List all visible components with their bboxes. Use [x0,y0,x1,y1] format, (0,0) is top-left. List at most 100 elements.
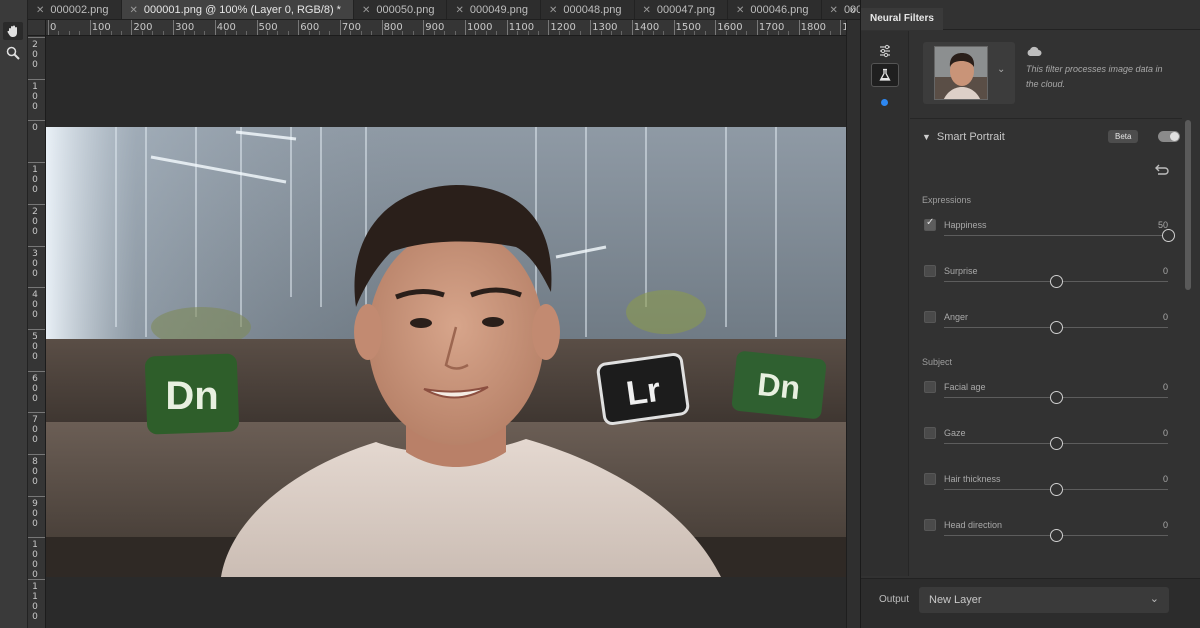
ruler-label: 1500 [675,22,701,33]
ruler-tick [256,20,258,35]
ruler-label: 200 [32,40,38,70]
ruler-tick [673,20,675,35]
anger-checkbox[interactable] [924,311,936,323]
slider-row-head-direction: Head direction 0 [922,519,1172,559]
ruler-tick [28,495,45,497]
ruler-label: 0 [32,123,38,134]
close-tab-icon[interactable]: ✕ [362,5,370,16]
panel-scrollbar[interactable] [1185,120,1191,290]
ruler-minor-tick [204,31,206,35]
reset-icon[interactable] [1154,163,1170,181]
ruler-tick [28,537,45,539]
ruler-label: 100 [32,81,38,112]
head-direction-slider[interactable] [944,529,1168,542]
close-tab-icon[interactable]: ✕ [549,5,557,16]
ruler-label: 1600 [717,22,743,33]
ruler-label: 600 [32,373,38,404]
gaze-checkbox[interactable] [924,427,936,439]
ruler-tick [298,20,300,35]
zoom-tool-icon[interactable] [3,44,23,62]
ruler-minor-tick [454,31,456,35]
filter-toggle[interactable] [1158,131,1180,142]
horizontal-ruler[interactable]: 0 100 200 300 400 500 600 700 800 900 1000 1100 1200… [46,20,846,36]
close-tab-icon[interactable]: ✕ [736,5,744,16]
hand-tool-icon[interactable] [3,22,23,40]
slider-knob[interactable] [1050,437,1063,450]
more-tabs-icon[interactable]: » [850,0,856,19]
ruler-label: 1100 [32,582,38,623]
ruler-tick [28,287,45,289]
tab-000049[interactable]: ✕ 000049.png [447,0,541,19]
ruler-label: 200 [133,22,153,33]
ruler-tick [423,20,425,35]
smart-portrait-header[interactable]: ▼ Smart Portrait [922,131,1005,143]
facial-age-checkbox[interactable] [924,381,936,393]
ruler-minor-tick [788,31,790,35]
panel-title[interactable]: Neural Filters [861,8,943,30]
panel-header: Neural Filters [861,8,1200,30]
surprise-slider[interactable] [944,275,1168,288]
close-tab-icon[interactable]: ✕ [830,5,838,16]
ruler-minor-tick [68,31,70,35]
tab-000047[interactable]: ✕ 000047.png [635,0,729,19]
slider-knob[interactable] [1050,275,1063,288]
tab-000001[interactable]: ✕ 000001.png @ 100% (Layer 0, RGB/8) * [121,0,354,19]
ruler-corner[interactable] [28,20,46,36]
ruler-tick [89,20,91,35]
ruler-minor-tick [829,31,831,35]
chevron-down-icon: ⌄ [1149,593,1159,605]
vertical-ruler[interactable]: 2001000100200300400500600700800900100011… [28,36,46,628]
surprise-checkbox[interactable] [924,265,936,277]
close-tab-icon[interactable]: ✕ [130,5,138,16]
gaze-slider[interactable] [944,437,1168,450]
ruler-tick [798,20,800,35]
tab-000048[interactable]: ✕ 000048.png [541,0,635,19]
chevron-down-icon[interactable]: ▼ [922,132,931,142]
status-dot-icon [881,99,888,106]
close-tab-icon[interactable]: ✕ [36,5,44,16]
output-select[interactable]: New Layer ⌄ [919,587,1169,613]
pillow-dn-right: Dn [731,351,827,419]
happiness-slider[interactable] [944,229,1175,242]
hair-thickness-slider[interactable] [944,483,1168,496]
tab-000046[interactable]: ✕ 000046.png [728,0,822,19]
happiness-checkbox[interactable] [924,217,936,231]
beta-badge: Beta [1108,130,1139,143]
ruler-minor-tick [58,31,60,35]
head-direction-checkbox[interactable] [924,519,936,531]
slider-knob[interactable] [1162,229,1175,242]
anger-slider[interactable] [944,321,1168,334]
facial-age-slider[interactable] [944,391,1168,404]
svg-text:Dn: Dn [165,374,218,418]
ruler-tick [28,162,45,164]
close-tab-icon[interactable]: ✕ [643,5,651,16]
slider-knob[interactable] [1050,321,1063,334]
ruler-tick [840,20,842,35]
ruler-tick [465,20,466,35]
chevron-down-icon[interactable]: ⌄ [997,64,1005,75]
ruler-tick [214,20,216,35]
ruler-minor-tick [79,31,81,35]
slider-knob[interactable] [1050,483,1063,496]
ruler-tick [756,20,758,35]
tab-000050[interactable]: ✕ 000050.png [354,0,448,19]
hair-thickness-checkbox[interactable] [924,473,936,485]
slider-knob[interactable] [1050,391,1063,404]
ruler-label: 800 [32,457,38,487]
slider-row-hair-thickness: Hair thickness 0 [922,473,1172,513]
ruler-label: 900 [425,22,445,33]
ruler-tick [631,20,633,35]
ruler-label: 1000 [467,22,493,33]
cloud-icon [1026,44,1042,62]
ruler-minor-tick [329,31,331,35]
slider-knob[interactable] [1050,529,1063,542]
preview-thumbnail-box[interactable]: ⌄ [923,42,1015,104]
close-tab-icon[interactable]: ✕ [455,5,463,16]
output-bar: Output New Layer ⌄ [861,578,1200,628]
beta-flask-icon[interactable] [871,63,899,87]
canvas-area[interactable]: Dn Lr Dn [46,36,846,628]
ruler-tick [28,412,45,414]
ruler-tick [28,120,45,122]
tab-000002[interactable]: ✕ 000002.png [28,0,122,19]
sliders-icon[interactable] [871,39,899,63]
